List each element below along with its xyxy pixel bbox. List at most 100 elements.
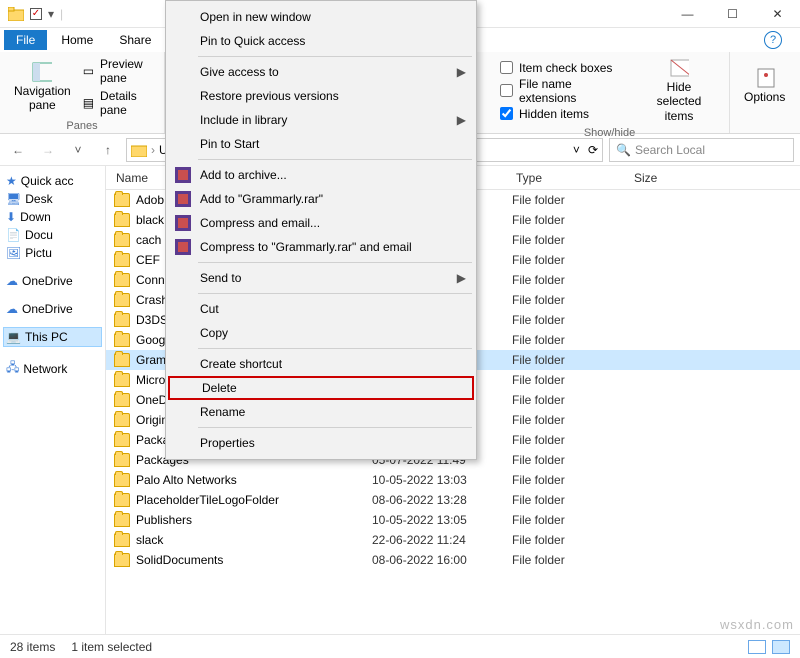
menu-item-add-to-archive-[interactable]: Add to archive... bbox=[168, 163, 474, 187]
menu-item-properties[interactable]: Properties bbox=[168, 431, 474, 455]
menu-separator bbox=[198, 262, 472, 263]
watermark: wsxdn.com bbox=[720, 617, 794, 632]
recent-locations-button[interactable]: ˅ bbox=[66, 138, 90, 162]
view-large-icons-button[interactable] bbox=[772, 640, 790, 654]
details-pane-icon: ▤ bbox=[83, 96, 94, 110]
view-details-button[interactable] bbox=[748, 640, 766, 654]
folder-icon bbox=[114, 213, 130, 227]
tree-node-down[interactable]: ⬇Down bbox=[4, 208, 101, 226]
navigation-pane-button[interactable]: Navigation pane bbox=[10, 56, 75, 118]
folder-icon bbox=[114, 353, 130, 367]
folder-icon bbox=[114, 413, 130, 427]
menu-item-compress-to-grammarly-rar-and-email[interactable]: Compress to "Grammarly.rar" and email bbox=[168, 235, 474, 259]
doc-icon: 📄 bbox=[6, 228, 21, 242]
forward-button[interactable]: → bbox=[36, 138, 60, 162]
address-dropdown-button[interactable]: ˅ bbox=[573, 143, 580, 157]
menu-item-add-to-grammarly-rar-[interactable]: Add to "Grammarly.rar" bbox=[168, 187, 474, 211]
search-box[interactable]: 🔍 Search Local bbox=[609, 138, 794, 162]
tab-share[interactable]: Share bbox=[107, 30, 163, 50]
item-check-boxes-checkbox[interactable]: Item check boxes bbox=[500, 60, 631, 76]
menu-item-open-in-new-window[interactable]: Open in new window bbox=[168, 5, 474, 29]
menu-item-send-to[interactable]: Send to▶ bbox=[168, 266, 474, 290]
options-icon bbox=[755, 68, 775, 88]
folder-icon bbox=[114, 553, 130, 567]
qat-checkbox-icon[interactable]: ✓ bbox=[30, 8, 42, 20]
list-item[interactable]: Palo Alto Networks10-05-2022 13:03File f… bbox=[106, 470, 800, 490]
navigation-tree[interactable]: ★Quick acc🖥Desk⬇Down📄Docu🖼Pictu ☁OneDrive… bbox=[0, 166, 106, 634]
folder-icon bbox=[114, 313, 130, 327]
preview-pane-button[interactable]: ▭Preview pane bbox=[83, 56, 154, 86]
menu-item-copy[interactable]: Copy bbox=[168, 321, 474, 345]
qat-dropdown-icon[interactable]: ▾ bbox=[48, 7, 54, 21]
star-icon: ★ bbox=[6, 174, 17, 188]
menu-separator bbox=[198, 56, 472, 57]
status-item-count: 28 items bbox=[10, 640, 55, 654]
winrar-icon bbox=[174, 214, 192, 232]
up-button[interactable]: ↑ bbox=[96, 138, 120, 162]
folder-icon bbox=[114, 473, 130, 487]
qat-separator: | bbox=[60, 7, 63, 21]
context-menu[interactable]: Open in new windowPin to Quick access Giv… bbox=[165, 0, 477, 460]
tree-node-pictu[interactable]: 🖼Pictu bbox=[4, 244, 101, 262]
hidden-items-checkbox[interactable]: Hidden items bbox=[500, 106, 631, 122]
status-bar: 28 items 1 item selected bbox=[0, 634, 800, 658]
tree-node-onedrive[interactable]: ☁OneDrive bbox=[4, 300, 101, 318]
menu-item-restore-previous-versions[interactable]: Restore previous versions bbox=[168, 84, 474, 108]
close-button[interactable]: ✕ bbox=[755, 0, 800, 28]
search-placeholder: Search Local bbox=[635, 143, 705, 157]
pc-icon: 💻 bbox=[6, 330, 21, 344]
menu-item-rename[interactable]: Rename bbox=[168, 400, 474, 424]
tree-node-desk[interactable]: 🖥Desk bbox=[4, 190, 101, 208]
menu-item-create-shortcut[interactable]: Create shortcut bbox=[168, 352, 474, 376]
submenu-arrow-icon: ▶ bbox=[457, 65, 466, 79]
maximize-button[interactable]: ☐ bbox=[710, 0, 755, 28]
menu-separator bbox=[198, 348, 472, 349]
nav-pane-icon bbox=[32, 62, 52, 82]
tab-home[interactable]: Home bbox=[49, 30, 105, 50]
hide-items-icon bbox=[669, 58, 689, 78]
folder-icon bbox=[114, 513, 130, 527]
menu-separator bbox=[198, 293, 472, 294]
menu-item-delete[interactable]: Delete bbox=[168, 376, 474, 400]
menu-item-pin-to-start[interactable]: Pin to Start bbox=[168, 132, 474, 156]
column-type[interactable]: Type bbox=[506, 171, 624, 185]
details-pane-button[interactable]: ▤Details pane bbox=[83, 88, 154, 118]
tree-node-quick-acc[interactable]: ★Quick acc bbox=[4, 172, 101, 190]
submenu-arrow-icon: ▶ bbox=[457, 271, 466, 285]
menu-item-give-access-to[interactable]: Give access to▶ bbox=[168, 60, 474, 84]
tree-node-network[interactable]: 🖧Network bbox=[4, 356, 101, 381]
column-size[interactable]: Size bbox=[624, 171, 714, 185]
download-icon: ⬇ bbox=[6, 210, 16, 224]
list-item[interactable]: slack22-06-2022 11:24File folder bbox=[106, 530, 800, 550]
help-button[interactable]: ? bbox=[764, 31, 782, 49]
folder-icon bbox=[114, 253, 130, 267]
tree-node-docu[interactable]: 📄Docu bbox=[4, 226, 101, 244]
preview-pane-icon: ▭ bbox=[83, 64, 94, 78]
file-name-extensions-checkbox[interactable]: File name extensions bbox=[500, 76, 631, 106]
cloud-icon: ☁ bbox=[6, 302, 18, 316]
back-button[interactable]: ← bbox=[6, 138, 30, 162]
winrar-icon bbox=[174, 190, 192, 208]
list-item[interactable]: SolidDocuments08-06-2022 16:00File folde… bbox=[106, 550, 800, 570]
hide-selected-items-button[interactable]: Hide selected items bbox=[639, 56, 719, 125]
winrar-icon bbox=[174, 238, 192, 256]
submenu-arrow-icon: ▶ bbox=[457, 113, 466, 127]
tree-node-onedrive[interactable]: ☁OneDrive bbox=[4, 272, 101, 290]
menu-item-cut[interactable]: Cut bbox=[168, 297, 474, 321]
winrar-icon bbox=[174, 166, 192, 184]
minimize-button[interactable]: — bbox=[665, 0, 710, 28]
picture-icon: 🖼 bbox=[6, 246, 21, 260]
menu-item-compress-and-email-[interactable]: Compress and email... bbox=[168, 211, 474, 235]
folder-icon bbox=[114, 333, 130, 347]
folder-icon bbox=[114, 273, 130, 287]
list-item[interactable]: PlaceholderTileLogoFolder08-06-2022 13:2… bbox=[106, 490, 800, 510]
folder-icon bbox=[114, 373, 130, 387]
menu-item-include-in-library[interactable]: Include in library▶ bbox=[168, 108, 474, 132]
refresh-button[interactable]: ⟳ bbox=[588, 143, 598, 157]
options-button[interactable]: Options bbox=[740, 56, 789, 117]
tab-file[interactable]: File bbox=[4, 30, 47, 50]
menu-item-pin-to-quick-access[interactable]: Pin to Quick access bbox=[168, 29, 474, 53]
menu-separator bbox=[198, 427, 472, 428]
list-item[interactable]: Publishers10-05-2022 13:05File folder bbox=[106, 510, 800, 530]
tree-node-this-pc[interactable]: 💻This PC bbox=[4, 328, 101, 346]
